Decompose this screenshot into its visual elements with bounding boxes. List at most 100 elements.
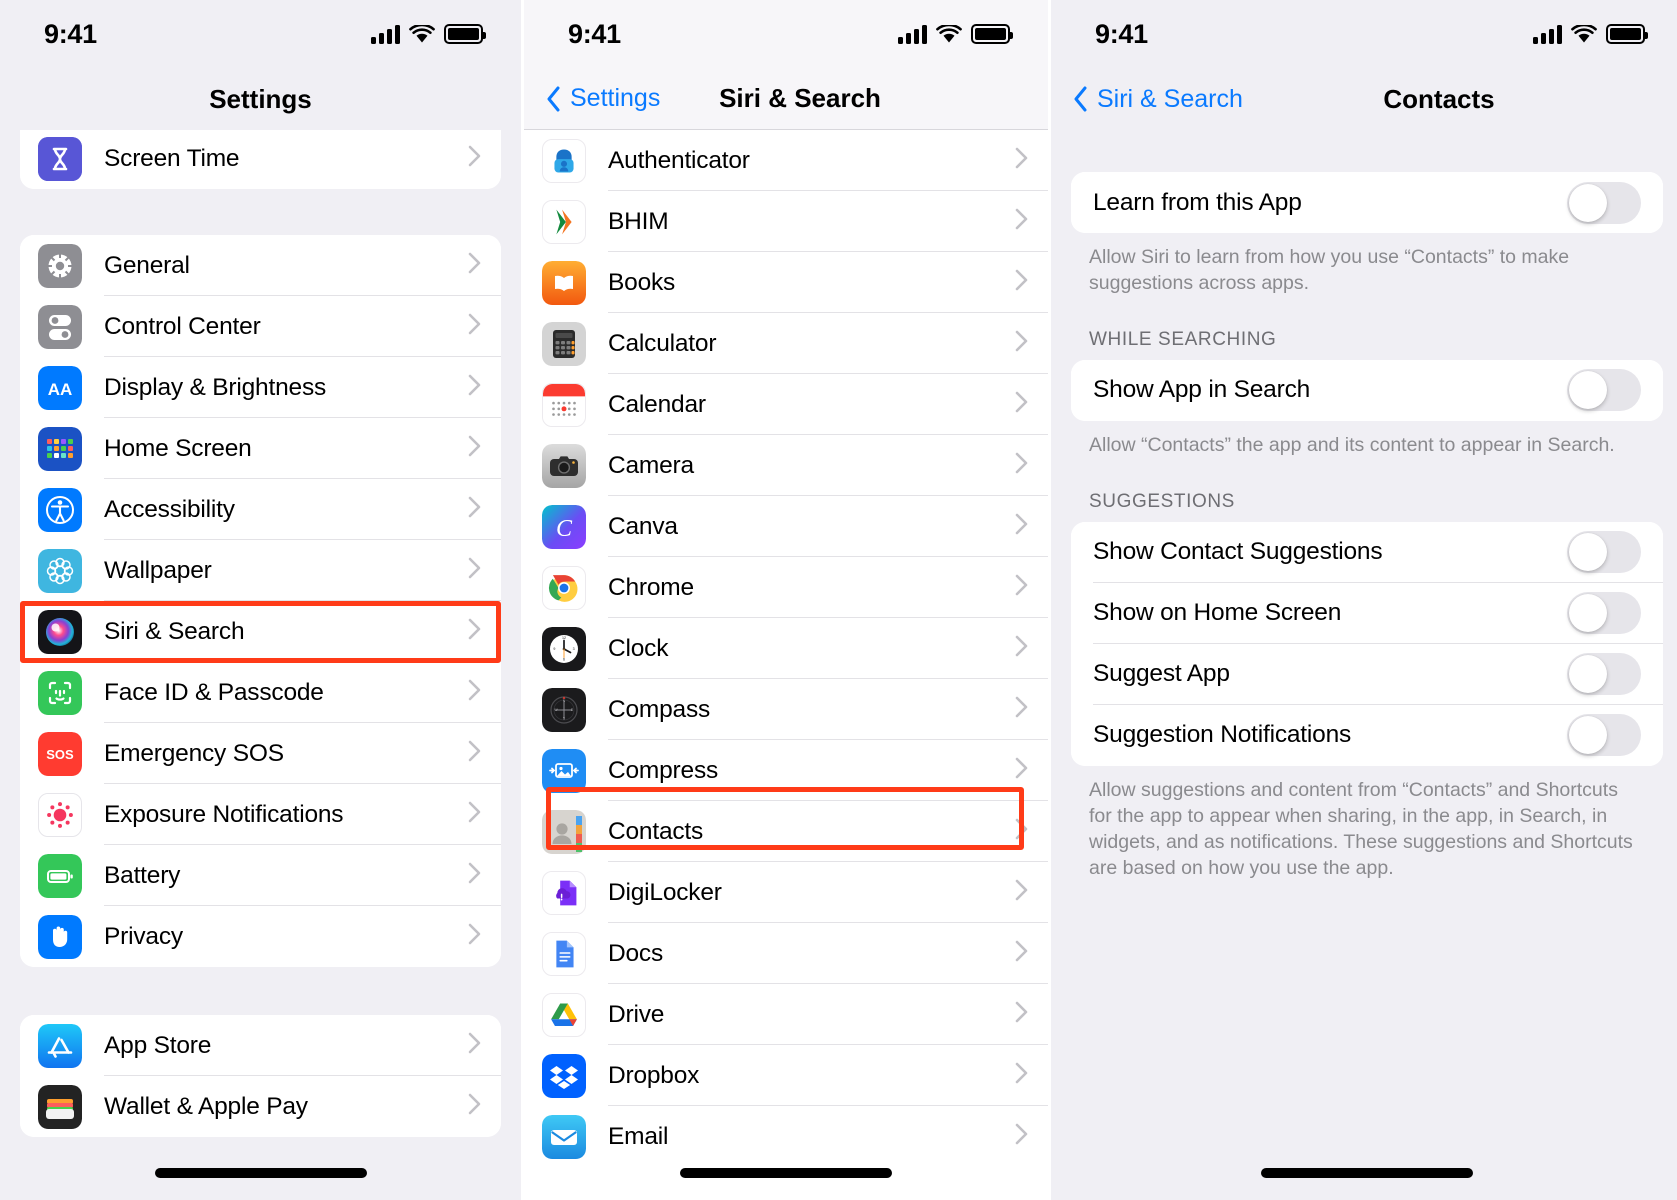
row-label: Emergency SOS bbox=[104, 739, 284, 767]
list-item[interactable]: Books bbox=[524, 252, 1048, 313]
chevron-right-icon bbox=[1015, 574, 1028, 601]
sidebar-item-display-brightness[interactable]: AA Display & Brightness bbox=[20, 357, 501, 418]
sidebar-item-face-id-passcode[interactable]: Face ID & Passcode bbox=[20, 662, 501, 723]
chevron-right-icon bbox=[468, 801, 481, 828]
chevron-right-icon bbox=[1015, 879, 1028, 906]
chevron-right-icon bbox=[1015, 147, 1028, 174]
status-indicators bbox=[1533, 24, 1648, 44]
list-item[interactable]: Email bbox=[524, 1106, 1048, 1167]
show-app-in-search-toggle[interactable] bbox=[1567, 369, 1641, 412]
back-button-label: Settings bbox=[570, 84, 661, 112]
digilocker-icon bbox=[542, 870, 586, 915]
back-button-siri-search[interactable]: Siri & Search bbox=[1073, 85, 1243, 114]
authenticator-icon bbox=[542, 138, 586, 183]
list-item[interactable]: Calendar bbox=[524, 374, 1048, 435]
chrome-icon bbox=[542, 565, 586, 610]
settings-group-store: App Store Wallet & Apple Pay bbox=[20, 1015, 501, 1137]
settings-list[interactable]: Screen Time General Control Center AA Di… bbox=[0, 130, 521, 1200]
chevron-right-icon bbox=[1015, 208, 1028, 235]
contacts-icon bbox=[542, 809, 586, 854]
section-header-while-searching: WHILE SEARCHING bbox=[1089, 328, 1277, 350]
row-label: Exposure Notifications bbox=[104, 800, 344, 828]
row-label: Calendar bbox=[608, 390, 706, 418]
list-item[interactable]: Dropbox bbox=[524, 1045, 1048, 1106]
list-item[interactable]: BHIM bbox=[524, 191, 1048, 252]
section-header-suggestions: SUGGESTIONS bbox=[1089, 490, 1235, 512]
list-item[interactable]: 12 3 6 9 Clock bbox=[524, 618, 1048, 679]
page-title: Settings bbox=[209, 83, 312, 114]
list-item[interactable]: NESW Compass bbox=[524, 679, 1048, 740]
sidebar-item-wallet-apple-pay[interactable]: Wallet & Apple Pay bbox=[20, 1076, 501, 1137]
setting-row-learn-from-app: Learn from this App bbox=[1071, 172, 1663, 233]
wifi-icon bbox=[936, 24, 962, 44]
sidebar-item-screen-time[interactable]: Screen Time bbox=[20, 130, 501, 189]
row-label: Canva bbox=[608, 512, 678, 540]
show-contact-suggestions-toggle[interactable] bbox=[1567, 531, 1641, 574]
list-item[interactable]: C Canva bbox=[524, 496, 1048, 557]
nav-bar-contacts: Siri & Search Contacts bbox=[1051, 68, 1677, 130]
wifi-icon bbox=[1571, 24, 1597, 44]
sidebar-item-control-center[interactable]: Control Center bbox=[20, 296, 501, 357]
row-label: Chrome bbox=[608, 573, 694, 601]
sidebar-item-accessibility[interactable]: Accessibility bbox=[20, 479, 501, 540]
books-icon bbox=[542, 260, 586, 305]
row-label: Compass bbox=[608, 695, 711, 723]
row-label: Authenticator bbox=[608, 146, 750, 174]
screen-time-icon bbox=[38, 136, 82, 181]
list-item[interactable]: Authenticator bbox=[524, 130, 1048, 191]
home-screen-icon bbox=[38, 426, 82, 471]
sidebar-item-wallpaper[interactable]: Wallpaper bbox=[20, 540, 501, 601]
list-item[interactable]: Chrome bbox=[524, 557, 1048, 618]
sidebar-item-app-store[interactable]: App Store bbox=[20, 1015, 501, 1076]
chevron-right-icon bbox=[1015, 635, 1028, 662]
nav-bar-settings: Settings bbox=[0, 68, 521, 130]
setting-row-show-on-home-screen: Show on Home Screen bbox=[1071, 582, 1663, 644]
show-on-home-screen-toggle[interactable] bbox=[1567, 592, 1641, 635]
app-list[interactable]: Authenticator BHIM Books Calculator Cale… bbox=[524, 130, 1048, 1200]
sidebar-item-battery[interactable]: Battery bbox=[20, 845, 501, 906]
row-label: Clock bbox=[608, 634, 669, 662]
sidebar-item-general[interactable]: General bbox=[20, 235, 501, 296]
phone-panel-siri-search: 9:41 Settings Siri & Search Authenticato… bbox=[524, 0, 1048, 1200]
chevron-right-icon bbox=[468, 313, 481, 340]
sidebar-item-exposure-notifications[interactable]: Exposure Notifications bbox=[20, 784, 501, 845]
list-item[interactable]: Drive bbox=[524, 984, 1048, 1045]
chevron-right-icon bbox=[1015, 940, 1028, 967]
calculator-icon bbox=[542, 321, 586, 366]
status-bar: 9:41 bbox=[524, 0, 1048, 68]
list-item[interactable]: DigiLocker bbox=[524, 862, 1048, 923]
chevron-left-icon bbox=[546, 86, 561, 112]
sidebar-item-home-screen[interactable]: Home Screen bbox=[20, 418, 501, 479]
list-item-contacts[interactable]: Contacts bbox=[524, 801, 1048, 862]
battery-icon bbox=[971, 24, 1013, 44]
emergency-sos-icon: SOS bbox=[38, 731, 82, 776]
settings-group-main: General Control Center AA Display & Brig… bbox=[20, 235, 501, 967]
list-item[interactable]: Calculator bbox=[524, 313, 1048, 374]
status-bar: 9:41 bbox=[1051, 0, 1677, 68]
learn-footnote: Allow Siri to learn from how you use “Co… bbox=[1089, 246, 1570, 294]
chevron-right-icon bbox=[468, 252, 481, 279]
back-button-settings[interactable]: Settings bbox=[546, 84, 660, 113]
learn-from-app-toggle[interactable] bbox=[1567, 181, 1641, 224]
status-time: 9:41 bbox=[44, 18, 97, 49]
setting-row-suggest-app: Suggest App bbox=[1071, 643, 1663, 705]
home-indicator bbox=[154, 1168, 367, 1178]
setting-label: Show Contact Suggestions bbox=[1093, 538, 1383, 566]
chevron-right-icon bbox=[468, 1093, 481, 1120]
list-item[interactable]: Compress bbox=[524, 740, 1048, 801]
svg-text:12: 12 bbox=[562, 636, 566, 640]
suggestion-notifications-toggle[interactable] bbox=[1567, 714, 1641, 757]
row-label: Compress bbox=[608, 756, 719, 784]
suggest-app-toggle[interactable] bbox=[1567, 653, 1641, 696]
exposure-notifications-icon bbox=[38, 792, 82, 837]
display-brightness-icon: AA bbox=[38, 365, 82, 410]
row-label: Accessibility bbox=[104, 495, 235, 523]
contacts-settings-list[interactable]: Learn from this App Allow Siri to learn … bbox=[1051, 130, 1677, 1200]
sidebar-item-siri-search[interactable]: Siri & Search bbox=[20, 601, 501, 662]
chevron-right-icon bbox=[1015, 1123, 1028, 1150]
list-item[interactable]: Camera bbox=[524, 435, 1048, 496]
list-item[interactable]: Docs bbox=[524, 923, 1048, 984]
chevron-right-icon bbox=[1015, 757, 1028, 784]
sidebar-item-emergency-sos[interactable]: SOS Emergency SOS bbox=[20, 723, 501, 784]
sidebar-item-privacy[interactable]: Privacy bbox=[20, 906, 501, 967]
